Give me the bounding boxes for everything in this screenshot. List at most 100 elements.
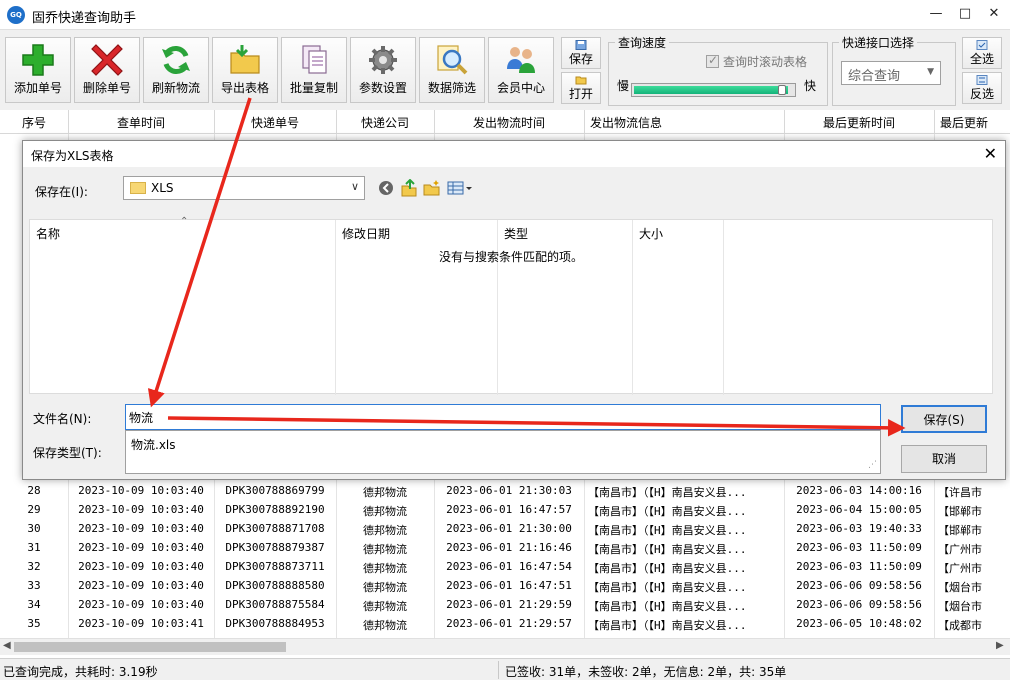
- speed-slow-label: 慢: [617, 79, 630, 93]
- interface-selected-value: 综合查询: [848, 69, 901, 84]
- view-menu-icon[interactable]: [447, 179, 473, 197]
- file-col-type[interactable]: 类型: [504, 225, 528, 242]
- save-config-button[interactable]: 保存: [561, 37, 601, 69]
- save-disk-icon: [575, 40, 587, 50]
- folder-icon: [130, 182, 146, 194]
- table-row[interactable]: 29 2023-10-09 10:03:40 DPK300788892190 德邦物流…: [0, 501, 1010, 520]
- col-header-tracking-number[interactable]: 快递单号: [214, 114, 336, 131]
- col-header-query-time[interactable]: 查单时间: [68, 114, 214, 131]
- back-icon[interactable]: [377, 179, 395, 197]
- query-speed-group: 查询速度 查询时滚动表格 慢 快: [608, 34, 828, 106]
- col-header-last-update[interactable]: 最后更新: [934, 114, 994, 131]
- settings-button[interactable]: 参数设置: [350, 37, 416, 103]
- member-center-button[interactable]: 会员中心: [488, 37, 554, 103]
- table-row[interactable]: 31 2023-10-09 10:03:40 DPK300788879387 德邦物流…: [0, 539, 1010, 558]
- speed-slider-fill: [634, 86, 788, 94]
- open-config-button[interactable]: 打开: [561, 72, 601, 104]
- col-header-ship-info[interactable]: 发出物流信息: [584, 114, 784, 131]
- file-name-input[interactable]: 物流: [125, 404, 881, 430]
- query-speed-slider[interactable]: [631, 83, 796, 97]
- col-header-index[interactable]: 序号: [0, 114, 68, 131]
- sort-ascending-icon: ⌃: [180, 216, 189, 227]
- file-list-view[interactable]: 名称 ⌃ 修改日期 类型 大小 没有与搜索条件匹配的项。: [29, 216, 993, 395]
- row-index: 35: [27, 617, 41, 630]
- status-summary: 已签收: 31单，未签收: 2单，无信息: 2单，共: 35单: [505, 665, 787, 679]
- users-icon: [507, 47, 535, 73]
- table-row[interactable]: 34 2023-10-09 10:03:40 DPK300788875584 德邦物流…: [0, 596, 1010, 615]
- horizontal-scrollbar[interactable]: ◀ ▶: [0, 638, 1010, 655]
- close-icon[interactable]: ✕: [986, 6, 1002, 22]
- minimize-icon[interactable]: —: [928, 6, 944, 22]
- save-xls-dialog: 保存为XLS表格 ✕ 保存在(I): XLS ∨ 名称 ⌃ 修改日期 类型 大小…: [22, 140, 1006, 480]
- save-in-label: 保存在(I):: [35, 185, 88, 199]
- invert-selection-button[interactable]: 反选: [962, 72, 1002, 104]
- file-col-name[interactable]: 名称: [36, 225, 60, 242]
- table-row[interactable]: 33 2023-10-09 10:03:40 DPK300788888580 德邦物流…: [0, 577, 1010, 596]
- row-tracking-number: DPK300788892190: [225, 503, 325, 516]
- export-folder-icon: [230, 45, 260, 74]
- table-row[interactable]: 35 2023-10-09 10:03:41 DPK300788884953 德邦物流…: [0, 615, 1010, 634]
- save-in-folder-select[interactable]: XLS ∨: [123, 176, 365, 200]
- row-last-update: 【成都市: [938, 619, 982, 632]
- row-ship-time: 2023-06-01 21:30:03: [446, 484, 572, 497]
- save-config-label: 保存: [568, 52, 593, 66]
- add-number-button[interactable]: 添加单号: [5, 37, 71, 103]
- invert-selection-label: 反选: [969, 87, 994, 101]
- select-all-button[interactable]: 全选: [962, 37, 1002, 69]
- batch-copy-label: 批量复制: [289, 81, 338, 95]
- scroll-table-checkbox[interactable]: 查询时滚动表格: [706, 53, 807, 70]
- resize-grip-icon[interactable]: ⋰: [868, 460, 877, 470]
- chevron-down-icon: ▼: [927, 67, 934, 77]
- data-filter-button[interactable]: 数据筛选: [419, 37, 485, 103]
- col-header-last-update-time[interactable]: 最后更新时间: [784, 114, 934, 131]
- table-row[interactable]: 28 2023-10-09 10:03:40 DPK300788869799 德邦物流…: [0, 482, 1010, 501]
- interface-select[interactable]: 综合查询 ▼: [841, 61, 941, 85]
- row-tracking-number: DPK300788873711: [225, 560, 325, 573]
- dialog-title-bar: 保存为XLS表格 ✕: [23, 141, 1005, 167]
- row-index: 29: [27, 503, 41, 516]
- delete-x-icon: [91, 44, 123, 76]
- row-ship-time: 2023-06-01 21:29:59: [446, 598, 572, 611]
- row-courier: 德邦物流: [363, 581, 407, 594]
- dialog-title: 保存为XLS表格: [31, 149, 114, 163]
- row-query-time: 2023-10-09 10:03:40: [78, 598, 204, 611]
- data-filter-label: 数据筛选: [427, 81, 476, 95]
- row-courier: 德邦物流: [363, 524, 407, 537]
- save-button[interactable]: 保存(S): [901, 405, 987, 433]
- table-header: 序号 查单时间 快递单号 快递公司 发出物流时间 发出物流信息 最后更新时间 最…: [0, 110, 1010, 134]
- row-courier: 德邦物流: [363, 562, 407, 575]
- query-speed-title: 查询速度: [615, 34, 670, 51]
- up-folder-icon[interactable]: [400, 179, 418, 197]
- file-col-size[interactable]: 大小: [639, 225, 663, 242]
- table-row[interactable]: 30 2023-10-09 10:03:40 DPK300788871708 德邦物流…: [0, 520, 1010, 539]
- batch-copy-button[interactable]: 批量复制: [281, 37, 347, 103]
- row-ship-info: 【南昌市】（【H】南昌安义县...: [588, 543, 747, 556]
- cancel-button[interactable]: 取消: [901, 445, 987, 473]
- row-ship-time: 2023-06-01 16:47:57: [446, 503, 572, 516]
- row-last-update-time: 2023-06-05 10:48:02: [796, 617, 922, 630]
- table-row[interactable]: 32 2023-10-09 10:03:40 DPK300788873711 德邦物流…: [0, 558, 1010, 577]
- speed-slider-thumb[interactable]: [778, 85, 786, 95]
- dialog-close-icon[interactable]: ✕: [984, 144, 997, 163]
- row-query-time: 2023-10-09 10:03:41: [78, 617, 204, 630]
- file-col-modified[interactable]: 修改日期: [342, 225, 390, 242]
- row-last-update-time: 2023-06-06 09:58:56: [796, 579, 922, 592]
- col-header-ship-time[interactable]: 发出物流时间: [434, 114, 584, 131]
- delete-number-button[interactable]: 删除单号: [74, 37, 140, 103]
- scrollbar-thumb[interactable]: [14, 642, 286, 652]
- refresh-logistics-button[interactable]: 刷新物流: [143, 37, 209, 103]
- scroll-left-icon[interactable]: ◀: [3, 640, 11, 651]
- suggestion-item[interactable]: 物流.xls: [131, 436, 875, 453]
- delete-number-label: 删除单号: [82, 81, 131, 95]
- export-table-button[interactable]: 导出表格: [212, 37, 278, 103]
- member-center-label: 会员中心: [496, 81, 545, 95]
- settings-label: 参数设置: [358, 81, 407, 95]
- maximize-icon[interactable]: □: [957, 6, 973, 22]
- scroll-right-icon[interactable]: ▶: [996, 640, 1004, 651]
- row-tracking-number: DPK300788879387: [225, 541, 325, 554]
- row-courier: 德邦物流: [363, 486, 407, 499]
- row-ship-time: 2023-06-01 16:47:51: [446, 579, 572, 592]
- col-header-courier[interactable]: 快递公司: [336, 114, 434, 131]
- new-folder-icon[interactable]: [423, 179, 441, 197]
- row-ship-info: 【南昌市】（【H】南昌安义县...: [588, 619, 747, 632]
